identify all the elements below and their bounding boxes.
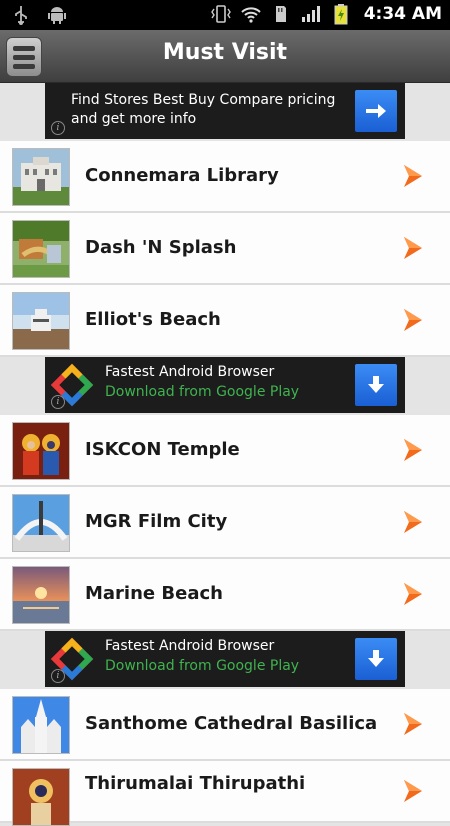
- place-name: Marine Beach: [85, 583, 223, 604]
- chevron-right-icon: [404, 780, 422, 802]
- status-bar: 4:34 AM: [0, 0, 450, 30]
- title-bar: Must Visit: [0, 30, 450, 83]
- ad-subtitle: Download from Google Play: [105, 658, 300, 674]
- ad-banner[interactable]: Fastest Android Browser Download from Go…: [45, 631, 405, 687]
- info-icon[interactable]: i: [51, 395, 65, 409]
- chevron-right-icon: [404, 713, 422, 735]
- ad-banner[interactable]: Find Stores Best Buy Compare pricing and…: [45, 83, 405, 139]
- list-item[interactable]: ISKCON Temple: [0, 415, 450, 487]
- list-item[interactable]: Connemara Library: [0, 141, 450, 213]
- usb-icon: [10, 4, 32, 26]
- android-icon: [46, 4, 68, 26]
- clock: 4:34 AM: [363, 4, 442, 24]
- ad-subtitle: Download from Google Play: [105, 384, 300, 400]
- ad-download-button[interactable]: [355, 364, 397, 406]
- place-thumbnail: [12, 566, 70, 624]
- chevron-right-icon: [404, 165, 422, 187]
- ad-title: Fastest Android Browser: [105, 364, 275, 380]
- ad-arrow-button[interactable]: [355, 90, 397, 132]
- place-thumbnail: [12, 696, 70, 754]
- chevron-right-icon: [404, 439, 422, 461]
- place-thumbnail: [12, 220, 70, 278]
- chevron-right-icon: [404, 309, 422, 331]
- wifi-icon: [240, 3, 262, 25]
- sd-card-icon: [270, 3, 292, 25]
- ad-title: Fastest Android Browser: [105, 638, 275, 654]
- place-name: Thirumalai Thirupathi: [85, 773, 306, 794]
- info-icon[interactable]: i: [51, 669, 65, 683]
- ad-banner[interactable]: Fastest Android Browser Download from Go…: [45, 357, 405, 413]
- vibrate-icon: [210, 3, 232, 25]
- place-name: Dash 'N Splash: [85, 237, 237, 258]
- download-icon: [368, 376, 384, 393]
- info-icon[interactable]: i: [51, 121, 65, 135]
- ad-download-button[interactable]: [355, 638, 397, 680]
- chevron-right-icon: [404, 237, 422, 259]
- place-thumbnail: [12, 494, 70, 552]
- place-name: MGR Film City: [85, 511, 228, 532]
- page-title: Must Visit: [162, 40, 288, 65]
- signal-icon: [300, 3, 322, 25]
- download-icon: [368, 650, 384, 667]
- list-item[interactable]: Elliot's Beach: [0, 285, 450, 357]
- list-item[interactable]: MGR Film City: [0, 487, 450, 559]
- list-item[interactable]: Thirumalai Thirupathi: [0, 761, 450, 826]
- chevron-right-icon: [404, 511, 422, 533]
- place-name: Elliot's Beach: [85, 309, 221, 330]
- place-name: Connemara Library: [85, 165, 279, 186]
- chevron-right-icon: [404, 583, 422, 605]
- place-thumbnail: [12, 422, 70, 480]
- place-name: ISKCON Temple: [85, 439, 240, 460]
- battery-icon: [330, 3, 352, 25]
- place-thumbnail: [12, 768, 70, 826]
- list-item[interactable]: Marine Beach: [0, 559, 450, 631]
- list-item[interactable]: Dash 'N Splash: [0, 213, 450, 285]
- ad-text: Find Stores Best Buy Compare pricing and…: [71, 92, 336, 127]
- arrow-right-icon: [366, 104, 386, 118]
- place-thumbnail: [12, 148, 70, 206]
- place-thumbnail: [12, 292, 70, 350]
